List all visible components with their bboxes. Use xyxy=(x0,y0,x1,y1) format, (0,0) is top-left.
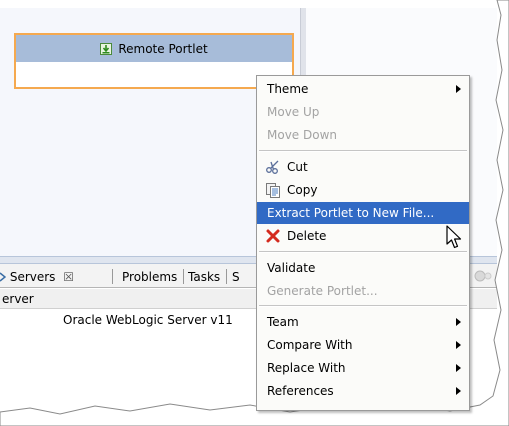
submenu-arrow-icon xyxy=(456,387,461,395)
menu-item-label: Move Up xyxy=(267,105,320,119)
submenu-arrow-icon xyxy=(456,85,461,93)
column-header-label: erver xyxy=(2,292,34,306)
server-name-cell: Oracle WebLogic Server v11 xyxy=(63,313,233,327)
menu-item-label: Compare With xyxy=(267,338,353,352)
tab-separator xyxy=(183,269,184,284)
menu-separator xyxy=(259,251,467,253)
tab-servers[interactable]: Servers ☒ xyxy=(0,268,74,286)
menu-item-label: References xyxy=(267,384,334,398)
submenu-arrow-icon xyxy=(456,364,461,372)
menu-item-label: Extract Portlet to New File... xyxy=(267,206,435,220)
context-menu: Theme Move Up Move Down Cut Copy Extract… xyxy=(256,75,470,411)
menu-item-copy[interactable]: Copy xyxy=(257,179,469,201)
menu-item-references[interactable]: References xyxy=(257,380,469,402)
tab-servers-label: Servers xyxy=(9,270,56,284)
screenshot-frame: Remote Portlet Servers ☒ Problems Tasks … xyxy=(0,0,509,426)
scissors-icon xyxy=(266,160,279,174)
menu-item-label: Validate xyxy=(267,261,316,275)
tab-separator xyxy=(226,269,227,284)
menu-item-label: Replace With xyxy=(267,361,346,375)
menu-item-replace-with[interactable]: Replace With xyxy=(257,357,469,379)
menu-item-theme[interactable]: Theme xyxy=(257,78,469,100)
menu-item-label: Move Down xyxy=(267,128,337,142)
servers-icon xyxy=(0,272,7,282)
menu-item-cut[interactable]: Cut xyxy=(257,156,469,178)
menu-separator xyxy=(259,305,467,307)
menu-item-team[interactable]: Team xyxy=(257,311,469,333)
menu-item-compare-with[interactable]: Compare With xyxy=(257,334,469,356)
tab-separator xyxy=(112,269,113,284)
tab-problems[interactable]: Problems xyxy=(122,268,177,286)
menu-item-label: Theme xyxy=(267,82,309,96)
submenu-arrow-icon xyxy=(456,341,461,349)
menu-item-delete[interactable]: Delete xyxy=(257,225,469,247)
menu-item-extract-portlet[interactable]: Extract Portlet to New File... xyxy=(257,202,469,224)
view-toolbar-icon[interactable] xyxy=(474,269,492,283)
portlet-header[interactable]: Remote Portlet xyxy=(16,35,292,62)
tab-close-icon[interactable]: ☒ xyxy=(63,270,74,284)
portlet-download-icon xyxy=(100,42,113,55)
delete-x-icon xyxy=(266,229,280,243)
editor-canvas: Remote Portlet xyxy=(0,8,300,256)
menu-item-label: Team xyxy=(267,315,299,329)
mouse-pointer-icon xyxy=(446,225,462,249)
portlet-title-label: Remote Portlet xyxy=(118,41,208,56)
copy-icon xyxy=(266,183,280,198)
menu-item-move-up[interactable]: Move Up xyxy=(257,101,469,123)
menu-item-label: Generate Portlet... xyxy=(267,284,378,298)
menu-item-move-down[interactable]: Move Down xyxy=(257,124,469,146)
menu-item-generate-portlet[interactable]: Generate Portlet... xyxy=(257,280,469,302)
tab-s[interactable]: S xyxy=(232,268,240,286)
tab-tasks[interactable]: Tasks xyxy=(188,268,220,286)
remote-portlet-box[interactable]: Remote Portlet xyxy=(14,33,294,89)
menu-item-validate[interactable]: Validate xyxy=(257,257,469,279)
submenu-arrow-icon xyxy=(456,318,461,326)
menu-separator xyxy=(259,150,467,152)
